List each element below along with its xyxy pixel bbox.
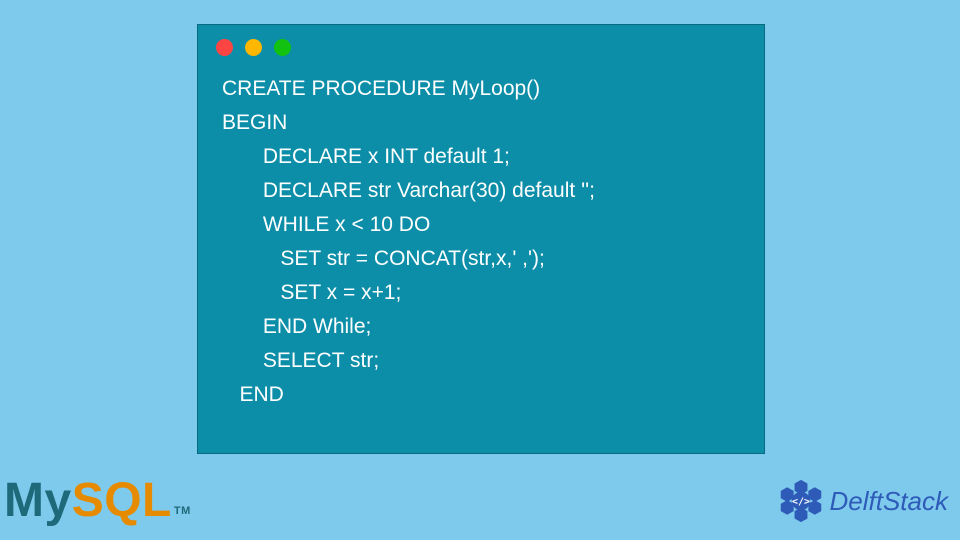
mysql-logo-tm: TM xyxy=(174,505,191,517)
code-block: CREATE PROCEDURE MyLoop() BEGIN DECLARE … xyxy=(198,64,764,412)
maximize-icon xyxy=(274,39,291,56)
delftstack-icon: </> xyxy=(778,478,824,524)
delftstack-logo: </> DelftStack xyxy=(778,478,949,524)
close-icon xyxy=(216,39,233,56)
delftstack-text: DelftStack xyxy=(830,486,949,517)
svg-text:</>: </> xyxy=(791,497,809,508)
mysql-logo: MySQLTM xyxy=(4,473,189,528)
minimize-icon xyxy=(245,39,262,56)
code-window: CREATE PROCEDURE MyLoop() BEGIN DECLARE … xyxy=(197,24,765,454)
mysql-logo-sql: SQL xyxy=(72,474,172,527)
window-controls xyxy=(198,25,764,64)
mysql-logo-my: My xyxy=(4,474,72,527)
